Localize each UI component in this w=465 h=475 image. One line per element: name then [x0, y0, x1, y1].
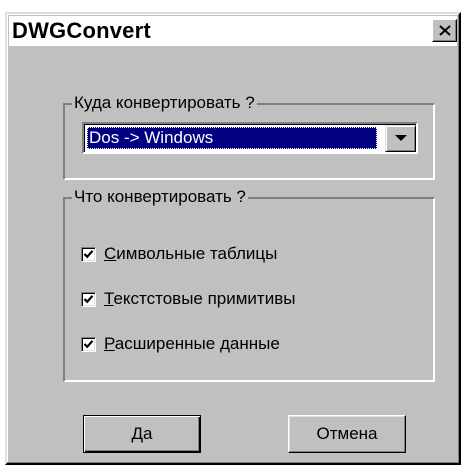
text-primitives-option[interactable]: Текстстовые примитивы	[81, 288, 295, 310]
close-icon	[438, 25, 451, 36]
dwgconvert-dialog: DWGConvert Куда конвертировать ? Dos -> …	[5, 12, 461, 465]
cancel-button[interactable]: Отмена	[288, 415, 406, 453]
text-primitives-checkbox[interactable]	[81, 291, 96, 307]
what-groupbox: Что конвертировать ? Символьные таблицы …	[63, 187, 435, 382]
ok-button[interactable]: Да	[83, 415, 201, 453]
checkmark-icon	[83, 249, 94, 258]
dropdown-button[interactable]	[385, 125, 416, 152]
close-button[interactable]	[432, 19, 457, 42]
direction-group-caption: Куда конвертировать ?	[72, 93, 257, 113]
checkmark-icon	[83, 339, 94, 348]
direction-selected-value[interactable]: Dos -> Windows	[87, 127, 377, 149]
extended-data-checkbox[interactable]	[81, 336, 96, 352]
symbol-tables-option[interactable]: Символьные таблицы	[81, 243, 277, 265]
what-group-caption: Что конвертировать ?	[72, 187, 248, 207]
extended-data-label: Расширенные данные	[104, 334, 280, 353]
title-bar[interactable]: DWGConvert	[9, 16, 457, 46]
direction-select[interactable]: Dos -> Windows	[82, 122, 418, 154]
symbol-tables-checkbox[interactable]	[81, 246, 96, 262]
text-primitives-label: Текстстовые примитивы	[104, 289, 296, 308]
direction-groupbox: Куда конвертировать ? Dos -> Windows	[63, 93, 435, 180]
checkmark-icon	[83, 294, 94, 303]
window-title: DWGConvert	[12, 18, 151, 43]
chevron-down-icon	[394, 135, 407, 141]
symbol-tables-label: Символьные таблицы	[104, 244, 278, 263]
direction-select-field: Dos -> Windows	[84, 124, 416, 152]
extended-data-option[interactable]: Расширенные данные	[81, 333, 280, 355]
